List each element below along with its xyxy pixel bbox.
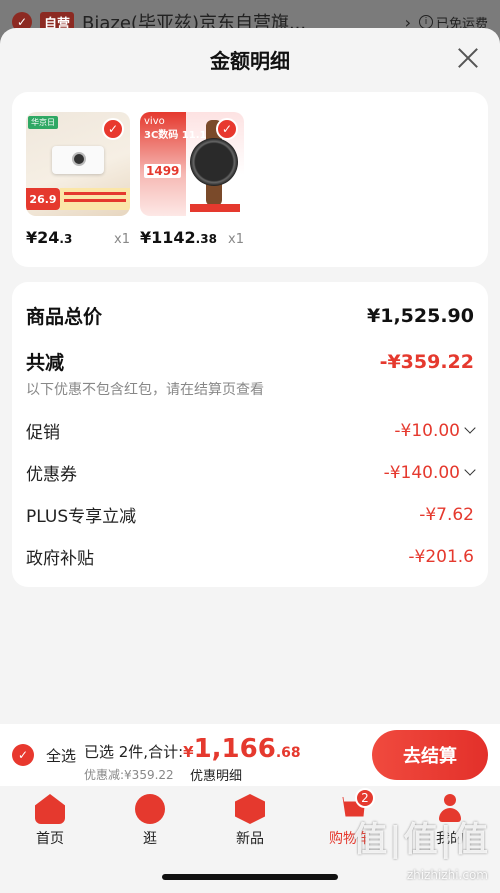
projector-lens bbox=[72, 152, 86, 166]
product-image[interactable]: 华京日 26.9 ✓ bbox=[26, 112, 130, 216]
total-amount: 1,166 bbox=[193, 734, 276, 764]
discount-row-coupon[interactable]: 优惠券 -¥140.00 bbox=[26, 460, 476, 485]
discount-row-promotion[interactable]: 促销 -¥10.00 bbox=[26, 418, 476, 443]
product-price: ¥24.3 bbox=[26, 228, 73, 247]
select-all-check-icon[interactable]: ✓ bbox=[12, 744, 34, 766]
total-label: 商品总价 bbox=[26, 306, 103, 328]
products-card: 华京日 26.9 ✓ ¥24.3 x1 vivo 3C数码 11.11 1499 bbox=[12, 92, 488, 267]
discount-label: PLUS专享立减 bbox=[26, 507, 137, 527]
promo-caption bbox=[190, 204, 240, 212]
reduce-label: 共减 bbox=[26, 352, 65, 374]
checkout-bar: ✓ 全选 已选 2件,合计: ¥ 1,166 .68 优惠减:¥359.22 优… bbox=[0, 724, 500, 786]
cart-badge: 2 bbox=[355, 788, 375, 808]
art-price: 26.9 bbox=[26, 188, 60, 210]
watermark-url: zhizhizhi.com bbox=[406, 868, 488, 882]
close-button[interactable] bbox=[456, 46, 480, 70]
discount-value: -¥201.6 bbox=[408, 546, 474, 567]
amount-details-card: 商品总价 ¥1,525.90 共减 -¥359.22 以下优惠不包含红包，请在结… bbox=[12, 282, 488, 587]
new-icon bbox=[235, 794, 265, 824]
total-amount-decimal: .68 bbox=[275, 745, 301, 761]
selected-count: 已选 2件,合计: bbox=[84, 743, 184, 761]
tab-new[interactable]: 新品 bbox=[220, 794, 280, 848]
checkout-button[interactable]: 去结算 bbox=[372, 730, 488, 780]
selected-check-icon[interactable]: ✓ bbox=[102, 118, 124, 140]
currency-symbol: ¥ bbox=[183, 743, 194, 761]
chevron-down-icon[interactable] bbox=[464, 422, 476, 434]
product-item[interactable]: vivo 3C数码 11.11 1499 ✓ ¥1142.38 x1 bbox=[140, 112, 244, 247]
chevron-down-icon[interactable] bbox=[464, 464, 476, 476]
info-icon: i bbox=[418, 15, 433, 29]
product-price: ¥1142.38 bbox=[140, 228, 217, 247]
discount-label: 政府补贴 bbox=[26, 549, 94, 569]
product-tag: 华京日 bbox=[28, 116, 58, 129]
tab-stroll[interactable]: 逛 bbox=[120, 794, 180, 848]
watch-face bbox=[190, 138, 238, 186]
selected-check-icon[interactable]: ✓ bbox=[216, 118, 238, 140]
art-price: 1499 bbox=[144, 164, 182, 178]
selected-summary: 已选 2件,合计: ¥ 1,166 .68 bbox=[84, 734, 301, 764]
discount-label: 促销 bbox=[26, 423, 60, 443]
discount-value: -¥140.00 bbox=[383, 462, 460, 483]
tab-home[interactable]: 首页 bbox=[20, 794, 80, 848]
total-value: ¥1,525.90 bbox=[367, 304, 474, 327]
watermark-logo: 值|值|值 bbox=[353, 820, 490, 860]
tab-label: 首页 bbox=[36, 831, 64, 847]
reduce-row: 共减 -¥359.22 bbox=[26, 348, 474, 375]
product-qty: x1 bbox=[228, 232, 244, 247]
home-indicator[interactable] bbox=[162, 874, 338, 880]
sheet-title: 金额明细 bbox=[210, 49, 290, 73]
stroll-icon bbox=[135, 794, 165, 824]
brand-logo: vivo bbox=[144, 116, 165, 127]
discount-label: 优惠券 bbox=[26, 465, 77, 485]
discount-row-subsidy: 政府补贴 -¥201.6 bbox=[26, 544, 474, 570]
select-all-label[interactable]: 全选 bbox=[46, 745, 76, 766]
discount-value: -¥10.00 bbox=[394, 420, 460, 441]
product-qty: x1 bbox=[114, 232, 130, 247]
tab-label: 逛 bbox=[143, 831, 157, 847]
reduce-note: 以下优惠不包含红包，请在结算页查看 bbox=[26, 382, 264, 398]
product-item[interactable]: 华京日 26.9 ✓ ¥24.3 x1 bbox=[26, 112, 130, 247]
home-icon bbox=[35, 794, 65, 824]
discount-detail-link[interactable]: 优惠明细 bbox=[190, 765, 242, 784]
discount-summary: 优惠减:¥359.22 bbox=[84, 768, 174, 782]
discount-value: -¥7.62 bbox=[419, 504, 474, 525]
total-row: 商品总价 ¥1,525.90 bbox=[26, 302, 474, 329]
tab-label: 新品 bbox=[236, 831, 264, 847]
discount-row-plus: PLUS专享立减 -¥7.62 bbox=[26, 502, 474, 528]
promo-band bbox=[60, 188, 130, 210]
reduce-value: -¥359.22 bbox=[379, 350, 474, 373]
product-image[interactable]: vivo 3C数码 11.11 1499 ✓ bbox=[140, 112, 244, 216]
